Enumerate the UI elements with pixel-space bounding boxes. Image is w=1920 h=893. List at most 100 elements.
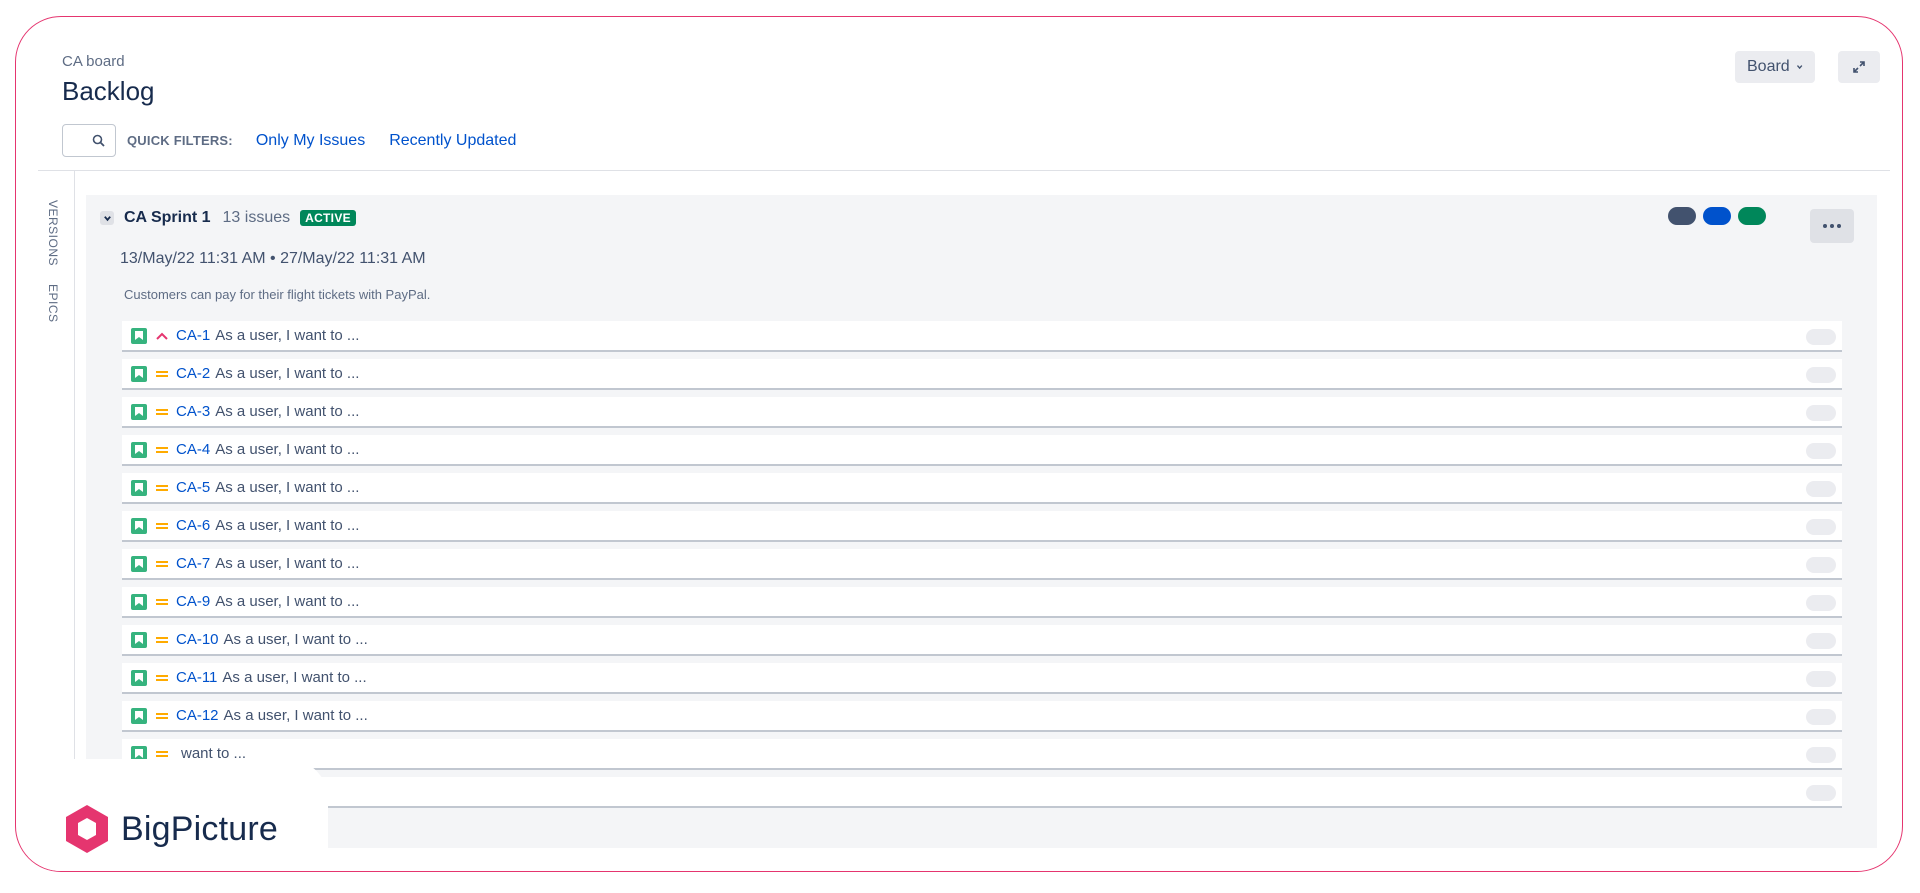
estimate-badge [1806,405,1836,421]
bookmark-icon [135,559,143,568]
issue-key[interactable]: CA-3 [176,403,210,420]
app-frame: CA board Backlog Board QUICK FILTERS: On… [15,16,1903,872]
estimate-badge [1806,557,1836,573]
search-input[interactable] [62,124,116,157]
issue-summary: As a user, I want to ... [215,555,360,572]
story-icon [131,441,147,458]
issue-row[interactable]: CA-9 As a user, I want to ... [122,587,1842,617]
issue-summary: As a user, I want to ... [223,707,368,724]
sprint-goal: Customers can pay for their flight ticke… [124,287,431,302]
status-summary [1668,207,1766,225]
bookmark-icon [135,483,143,492]
issue-summary: As a user, I want to ... [215,441,360,458]
priority-medium-icon [156,484,168,491]
priority-medium-icon [156,560,168,567]
priority-indicator [154,518,170,534]
sprint-name[interactable]: CA Sprint 1 [124,209,211,227]
issue-row[interactable]: CA-5 As a user, I want to ... [122,473,1842,503]
bookmark-icon [135,369,143,378]
issue-key[interactable]: CA-9 [176,593,210,610]
priority-indicator [154,556,170,572]
story-icon [131,631,147,648]
tab-versions[interactable]: VERSIONS [46,200,60,266]
story-icon [131,403,147,420]
bookmark-icon [135,331,143,340]
estimate-badge [1806,747,1836,763]
issue-key[interactable]: CA-6 [176,517,210,534]
issue-list: CA-1 As a user, I want to ... CA-2 As a use… [122,321,1842,815]
bookmark-icon [135,407,143,416]
fullscreen-button[interactable] [1838,51,1880,83]
priority-indicator [154,442,170,458]
board-dropdown-button[interactable]: Board [1735,51,1815,83]
sprint-header: CA Sprint 1 13 issues ACTIVE [100,209,356,227]
bookmark-icon [135,597,143,606]
chevron-down-icon [103,215,111,221]
quick-filters-label: QUICK FILTERS: [127,133,233,148]
story-icon [131,479,147,496]
chevron-down-icon [1796,65,1803,70]
issue-summary: As a user, I want to ... [215,517,360,534]
collapse-sprint-button[interactable] [100,211,114,225]
priority-indicator [154,404,170,420]
issue-row[interactable]: CA-4 As a user, I want to ... [122,435,1842,465]
priority-medium-icon [156,408,168,415]
story-icon [131,555,147,572]
more-horizontal-icon [1823,224,1841,228]
priority-indicator [154,632,170,648]
priority-indicator [154,594,170,610]
brand-name: BigPicture [121,809,278,848]
issue-row[interactable]: CA-11 As a user, I want to ... [122,663,1842,693]
bookmark-icon [135,445,143,454]
issue-summary: As a user, I want to ... [215,593,360,610]
priority-indicator [154,328,170,344]
breadcrumb[interactable]: CA board [62,53,155,70]
issue-key[interactable]: CA-10 [176,631,219,648]
issue-row[interactable]: CA-3 As a user, I want to ... [122,397,1842,427]
issue-key[interactable]: CA-7 [176,555,210,572]
estimate-badge [1806,519,1836,535]
search-icon [92,134,105,147]
estimate-badge [1806,481,1836,497]
priority-indicator [154,366,170,382]
issue-key[interactable]: CA-5 [176,479,210,496]
issue-row[interactable]: CA-1 As a user, I want to ... [122,321,1842,351]
issue-key[interactable]: CA-2 [176,365,210,382]
issue-row[interactable]: CA-6 As a user, I want to ... [122,511,1842,541]
issue-summary: As a user, I want to ... [222,669,367,686]
issue-row[interactable]: CA-10 As a user, I want to ... [122,625,1842,655]
filter-only-my-issues[interactable]: Only My Issues [256,132,365,150]
priority-medium-icon [156,636,168,643]
estimate-badge [1806,633,1836,649]
page-title: Backlog [62,76,155,106]
estimate-badge [1806,367,1836,383]
status-pill-todo [1668,207,1696,225]
priority-medium-icon [156,370,168,377]
issue-row[interactable]: CA-2 As a user, I want to ... [122,359,1842,389]
issue-key[interactable]: CA-12 [176,707,219,724]
priority-medium-icon [156,750,168,757]
story-icon [131,327,147,344]
issue-summary: As a user, I want to ... [215,327,360,344]
estimate-badge [1806,709,1836,725]
sprint-more-button[interactable] [1810,209,1854,243]
issue-row[interactable]: CA-7 As a user, I want to ... [122,549,1842,579]
story-icon [131,707,147,724]
priority-high-icon [156,332,168,340]
status-pill-in-progress [1703,207,1731,225]
priority-medium-icon [156,674,168,681]
bigpicture-logo-icon [66,805,108,853]
quick-filters-bar: QUICK FILTERS: Only My Issues Recently U… [62,124,516,157]
issue-row[interactable]: want to ... [122,739,1842,769]
issue-row[interactable]: want to ... [122,777,1842,807]
issue-key[interactable]: CA-11 [176,669,217,686]
issue-row[interactable]: CA-12 As a user, I want to ... [122,701,1842,731]
priority-indicator [154,670,170,686]
filter-recently-updated[interactable]: Recently Updated [389,132,516,150]
issue-key[interactable]: CA-1 [176,327,210,344]
tab-epics[interactable]: EPICS [46,284,60,323]
brand-logo: BigPicture [28,759,328,871]
issue-summary: As a user, I want to ... [223,631,368,648]
priority-medium-icon [156,522,168,529]
issue-key[interactable]: CA-4 [176,441,210,458]
